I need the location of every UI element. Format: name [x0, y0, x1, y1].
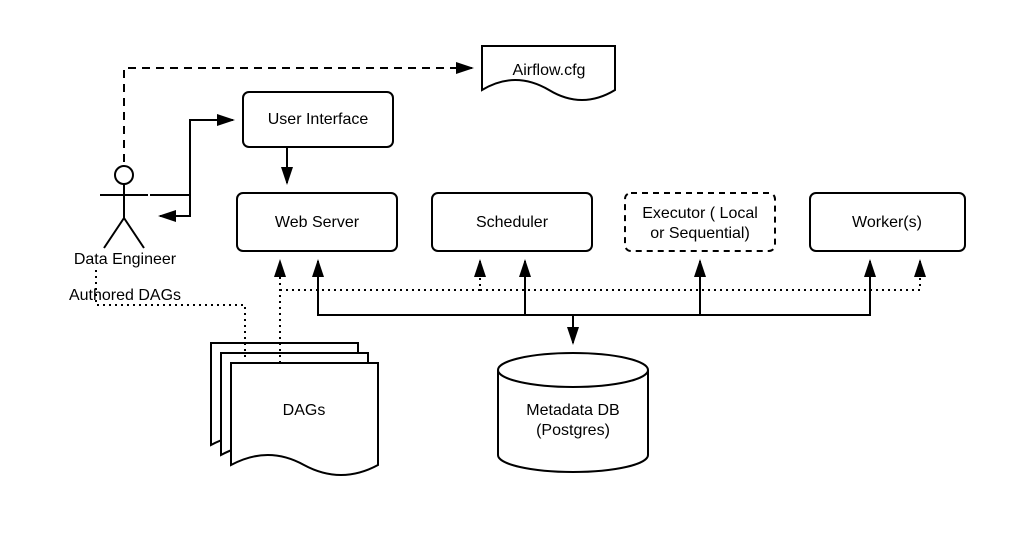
actor-label: Data Engineer	[74, 251, 177, 268]
scheduler-label: Scheduler	[476, 214, 549, 231]
edge-dags-to-scheduler	[280, 261, 480, 290]
web-server-node: Web Server	[237, 193, 397, 251]
metadata-db-label-1: Metadata DB	[526, 402, 619, 419]
user-interface-label: User Interface	[268, 111, 369, 128]
metadata-db-label-2: (Postgres)	[536, 422, 610, 439]
executor-label-2: or Sequential)	[650, 225, 750, 242]
edge-actor-to-ui	[150, 120, 233, 195]
airflow-architecture-diagram: Data Engineer User Interface Airflow.cfg…	[0, 0, 1024, 533]
executor-node: Executor ( Local or Sequential)	[625, 193, 775, 251]
edge-db-to-scheduler	[525, 261, 573, 343]
airflow-cfg-label: Airflow.cfg	[513, 62, 586, 79]
metadata-db-node: Metadata DB (Postgres)	[498, 353, 648, 472]
executor-label-1: Executor ( Local	[642, 205, 758, 222]
dags-node: DAGs	[211, 343, 378, 475]
edge-db-to-executor	[573, 261, 700, 315]
web-server-label: Web Server	[275, 214, 360, 231]
authored-dags-label: Authored DAGs	[69, 287, 181, 304]
edge-db-to-worker	[700, 261, 870, 315]
edge-ui-to-actor	[160, 120, 190, 216]
worker-node: Worker(s)	[810, 193, 965, 251]
edge-db-to-webserver	[318, 261, 525, 315]
worker-label: Worker(s)	[852, 214, 922, 231]
dags-label: DAGs	[283, 402, 326, 419]
user-interface-node: User Interface	[243, 92, 393, 147]
airflow-cfg-node: Airflow.cfg	[482, 46, 615, 100]
scheduler-node: Scheduler	[432, 193, 592, 251]
